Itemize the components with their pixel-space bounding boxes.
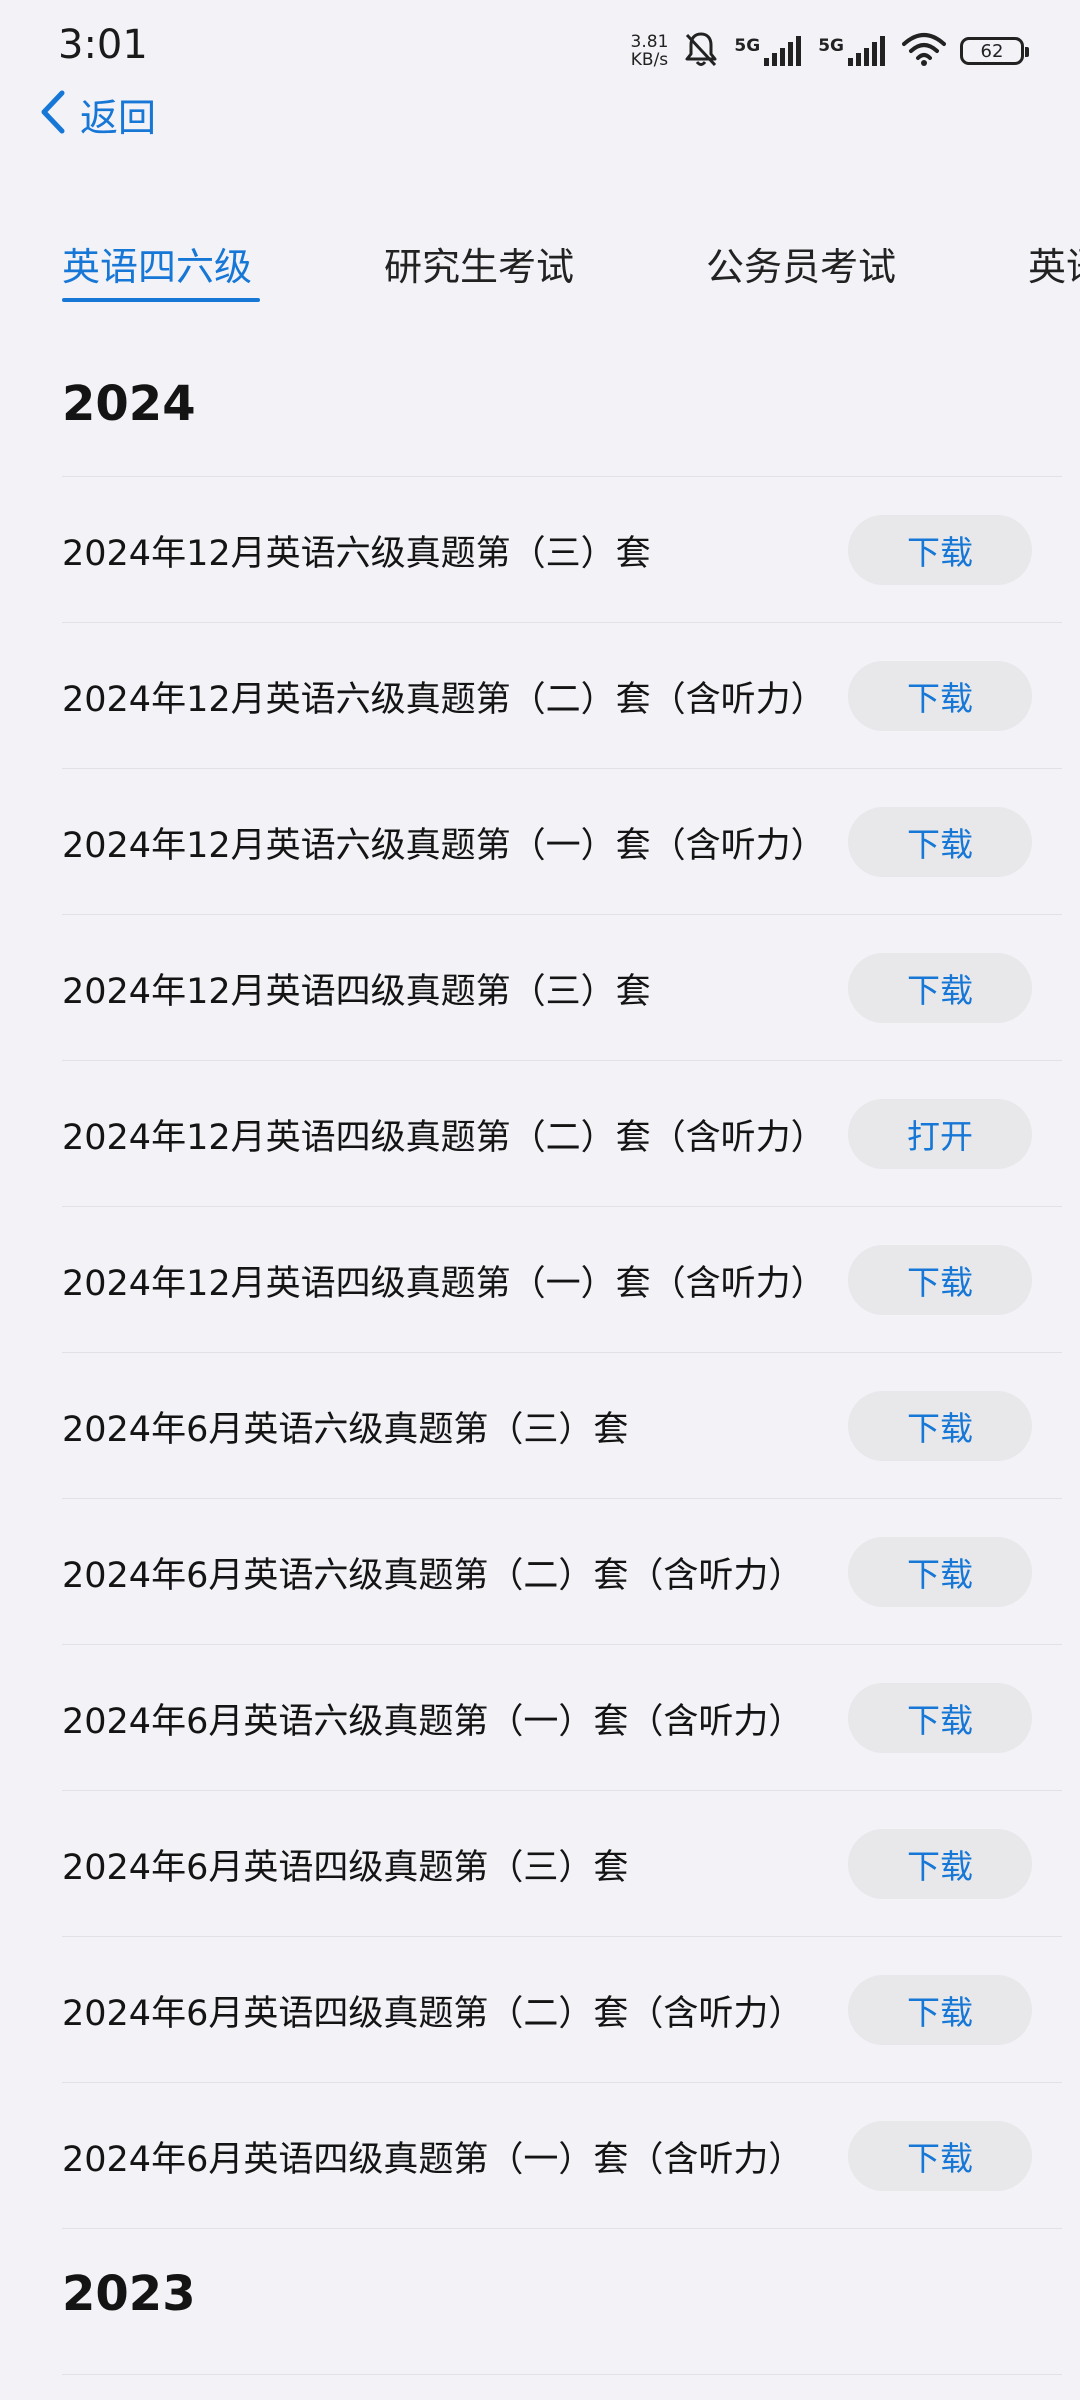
signal-5g-1: 5G: [734, 36, 804, 66]
list-item: 2024年12月英语四级真题第（一）套（含听力） 下载: [62, 1207, 1032, 1353]
list-item-title: 2024年12月英语六级真题第（三）套: [62, 533, 651, 574]
list-item: 2024年12月英语六级真题第（一）套（含听力） 下载: [62, 769, 1032, 915]
tab-cet[interactable]: 英语四六级: [62, 236, 252, 291]
tab-civil-service[interactable]: 公务员考试: [706, 236, 896, 291]
network-speed-value: 3.81: [630, 32, 669, 52]
list-item-title: 2024年12月英语六级真题第（二）套（含听力）: [62, 679, 826, 720]
wifi-icon: [902, 32, 946, 70]
download-button[interactable]: 下载: [848, 1829, 1032, 1899]
download-button[interactable]: 下载: [848, 1537, 1032, 1607]
list-item-title: 2024年6月英语六级真题第（三）套: [62, 1409, 629, 1450]
list-item-title: 2024年6月英语六级真题第（二）套（含听力）: [62, 1555, 804, 1596]
status-icons: 3.81 KB/s 5G 5G 62: [631, 24, 1029, 78]
signal-5g-1-label: 5G: [734, 36, 761, 56]
signal-bars-icon: [764, 36, 802, 66]
status-bar: 3:01 3.81 KB/s 5G 5G 62: [0, 0, 1080, 100]
list-item-title: 2024年12月英语四级真题第（一）套（含听力）: [62, 1263, 826, 1304]
list-item: 2024年12月英语四级真题第（三）套 下载: [62, 915, 1032, 1061]
bell-muted-icon: [682, 29, 720, 73]
list-item: 2024年6月英语四级真题第（一）套（含听力） 下载: [62, 2083, 1032, 2229]
year-header-2024: 2024: [62, 376, 196, 432]
active-tab-indicator: [62, 298, 260, 302]
divider: [62, 2228, 1062, 2229]
tab-english[interactable]: 英语: [1028, 236, 1080, 291]
category-tabs: 英语四六级 研究生考试 公务员考试 英语: [0, 228, 1080, 308]
status-time: 3:01: [58, 22, 148, 68]
download-button[interactable]: 下载: [848, 2121, 1032, 2191]
year-header-2023: 2023: [62, 2266, 196, 2322]
list-item: 2024年6月英语六级真题第（三）套 下载: [62, 1353, 1032, 1499]
divider: [62, 2374, 1062, 2375]
download-button[interactable]: 下载: [848, 515, 1032, 585]
list-item: 2024年6月英语六级真题第（一）套（含听力） 下载: [62, 1645, 1032, 1791]
list-item-title: 2024年6月英语四级真题第（二）套（含听力）: [62, 1993, 804, 2034]
list-item-title: 2024年6月英语六级真题第（一）套（含听力）: [62, 1701, 804, 1742]
list-item-title: 2024年12月英语六级真题第（一）套（含听力）: [62, 825, 826, 866]
list-item: 2024年6月英语六级真题第（二）套（含听力） 下载: [62, 1499, 1032, 1645]
list-item-title: 2024年12月英语四级真题第（三）套: [62, 971, 651, 1012]
list-item: 2024年12月英语六级真题第（三）套 下载: [62, 477, 1032, 623]
download-button[interactable]: 下载: [848, 1391, 1032, 1461]
list-item: 2024年6月英语四级真题第（二）套（含听力） 下载: [62, 1937, 1032, 2083]
download-button[interactable]: 下载: [848, 1245, 1032, 1315]
network-speed-unit: KB/s: [630, 50, 669, 70]
list-item-title: 2024年6月英语四级真题第（一）套（含听力）: [62, 2139, 804, 2180]
list-item-title: 2024年12月英语四级真题第（二）套（含听力）: [62, 1117, 826, 1158]
open-button[interactable]: 打开: [848, 1099, 1032, 1169]
download-button[interactable]: 下载: [848, 1975, 1032, 2045]
download-button[interactable]: 下载: [848, 661, 1032, 731]
download-button[interactable]: 下载: [848, 953, 1032, 1023]
tab-postgraduate[interactable]: 研究生考试: [384, 236, 574, 291]
network-speed: 3.81 KB/s: [631, 33, 669, 69]
battery-icon: 62: [960, 37, 1029, 65]
list-item: 2024年12月英语六级真题第（二）套（含听力） 下载: [62, 623, 1032, 769]
signal-bars-icon: [848, 36, 885, 66]
signal-5g-2-label: 5G: [818, 36, 844, 56]
back-button[interactable]: 返回: [38, 86, 156, 142]
list-item: 2024年6月英语四级真题第（三）套 下载: [62, 1791, 1032, 1937]
download-button[interactable]: 下载: [848, 807, 1032, 877]
back-label: 返回: [80, 95, 157, 140]
signal-5g-2: 5G: [818, 36, 888, 66]
chevron-left-icon: [38, 89, 68, 139]
list-item-title: 2024年6月英语四级真题第（三）套: [62, 1847, 629, 1888]
list-item: 2024年12月英语四级真题第（二）套（含听力） 打开: [62, 1061, 1032, 1207]
download-button[interactable]: 下载: [848, 1683, 1032, 1753]
